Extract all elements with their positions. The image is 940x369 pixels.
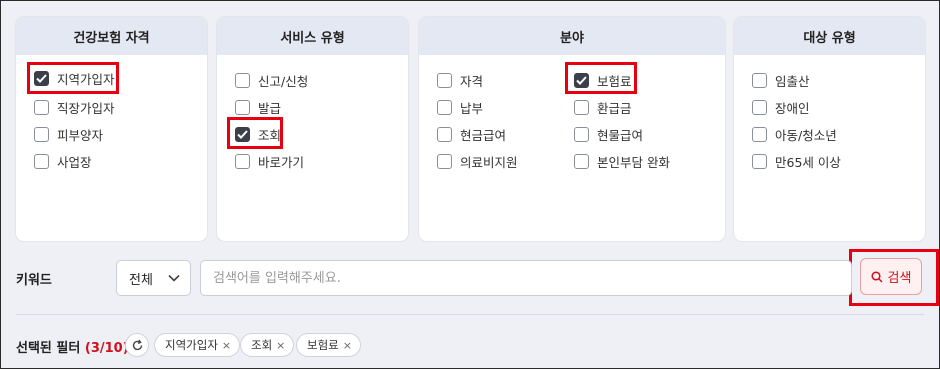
option-child-youth[interactable]: 아동/청소년 [752, 125, 837, 144]
checkbox[interactable] [574, 100, 589, 115]
panel-title: 건강보험 자격 [16, 17, 207, 55]
option-cash-benefit[interactable]: 현금급여 [437, 125, 506, 144]
chevron-down-icon [168, 271, 180, 286]
option-pregnancy-birth[interactable]: 임출산 [752, 71, 810, 90]
checkbox[interactable] [235, 100, 250, 115]
option-business[interactable]: 사업장 [34, 152, 92, 171]
option-label: 환급금 [597, 101, 632, 116]
filter-chip[interactable]: 지역가입자 × [154, 333, 241, 357]
highlight-inquiry [227, 117, 283, 149]
search-button-label: 검색 [887, 271, 912, 286]
chip-label: 보험료 [307, 338, 339, 352]
option-refund[interactable]: 환급금 [574, 98, 632, 117]
option-senior-65[interactable]: 만65세 이상 [752, 152, 841, 171]
reset-filters-button[interactable] [125, 333, 149, 357]
search-button[interactable]: 검색 [860, 258, 922, 295]
option-qualification[interactable]: 자격 [437, 71, 483, 90]
search-icon [870, 270, 883, 283]
checkbox[interactable] [752, 154, 767, 169]
option-label: 사업장 [57, 155, 92, 170]
filter-panel-qualification: 건강보험 자격 지역가입자 직장가입자 피부양자 사업장 [16, 17, 207, 241]
scope-select-value: 전체 [129, 272, 153, 288]
option-shortcut[interactable]: 바로가기 [235, 152, 304, 171]
checkbox[interactable] [34, 154, 49, 169]
filter-chip[interactable]: 조회 × [240, 333, 295, 357]
highlight-premium [565, 62, 637, 94]
checkbox[interactable] [235, 73, 250, 88]
highlight-regional-member [27, 62, 119, 94]
checkbox[interactable] [574, 127, 589, 142]
option-in-kind-benefit[interactable]: 현물급여 [574, 125, 643, 144]
selected-filters-label: 선택된 필터 (3/10) [16, 337, 129, 356]
option-label: 직장가입자 [57, 101, 115, 116]
checkbox[interactable] [752, 127, 767, 142]
checkbox[interactable] [752, 100, 767, 115]
option-payment[interactable]: 납부 [437, 98, 483, 117]
option-label: 의료비지원 [460, 155, 518, 170]
option-issue[interactable]: 발급 [235, 98, 281, 117]
keyword-label: 키워드 [16, 273, 52, 288]
option-workplace-member[interactable]: 직장가입자 [34, 98, 115, 117]
scope-select[interactable]: 전체 [116, 260, 191, 296]
filter-chip[interactable]: 보험료 × [296, 333, 361, 357]
option-label: 피부양자 [57, 128, 104, 143]
checkbox[interactable] [437, 100, 452, 115]
option-disabled[interactable]: 장애인 [752, 98, 810, 117]
option-label: 장애인 [775, 101, 810, 116]
option-label: 자격 [460, 74, 484, 89]
divider [16, 314, 924, 315]
search-input[interactable] [200, 260, 852, 296]
chip-label: 조회 [251, 338, 273, 352]
option-medical-support[interactable]: 의료비지원 [437, 152, 518, 171]
panel-title: 분야 [419, 17, 725, 55]
option-label: 아동/청소년 [775, 128, 837, 143]
option-label: 본인부담 완화 [597, 155, 670, 170]
checkbox[interactable] [437, 127, 452, 142]
option-label: 만65세 이상 [775, 155, 841, 170]
selected-count: (3/10) [84, 341, 129, 356]
checkbox[interactable] [574, 154, 589, 169]
option-label: 임출산 [775, 74, 810, 89]
panel-title: 서비스 유형 [217, 17, 408, 55]
filter-panel-target-type: 대상 유형 임출산 장애인 아동/청소년 만65세 이상 [734, 17, 925, 241]
option-label: 현물급여 [597, 128, 644, 143]
checkbox[interactable] [752, 73, 767, 88]
panel-title: 대상 유형 [734, 17, 925, 55]
option-report-apply[interactable]: 신고/신청 [235, 71, 308, 90]
checkbox[interactable] [34, 127, 49, 142]
option-label: 납부 [460, 101, 484, 116]
close-icon[interactable]: × [222, 339, 231, 352]
option-label: 발급 [258, 101, 282, 116]
chip-label: 지역가입자 [165, 338, 218, 352]
filter-panel-field: 분야 자격 납부 현금급여 의료비지원 보험료 환급금 현물급여 본인부담 완화 [419, 17, 725, 241]
checkbox[interactable] [437, 154, 452, 169]
checkbox[interactable] [235, 154, 250, 169]
close-icon[interactable]: × [343, 339, 352, 352]
option-label: 신고/신청 [258, 74, 309, 89]
close-icon[interactable]: × [276, 339, 285, 352]
option-label: 현금급여 [460, 128, 507, 143]
option-label: 바로가기 [258, 155, 305, 170]
checkbox[interactable] [34, 100, 49, 115]
refresh-icon [131, 339, 144, 352]
option-dependent[interactable]: 피부양자 [34, 125, 103, 144]
checkbox[interactable] [437, 73, 452, 88]
option-copay-relief[interactable]: 본인부담 완화 [574, 152, 670, 171]
